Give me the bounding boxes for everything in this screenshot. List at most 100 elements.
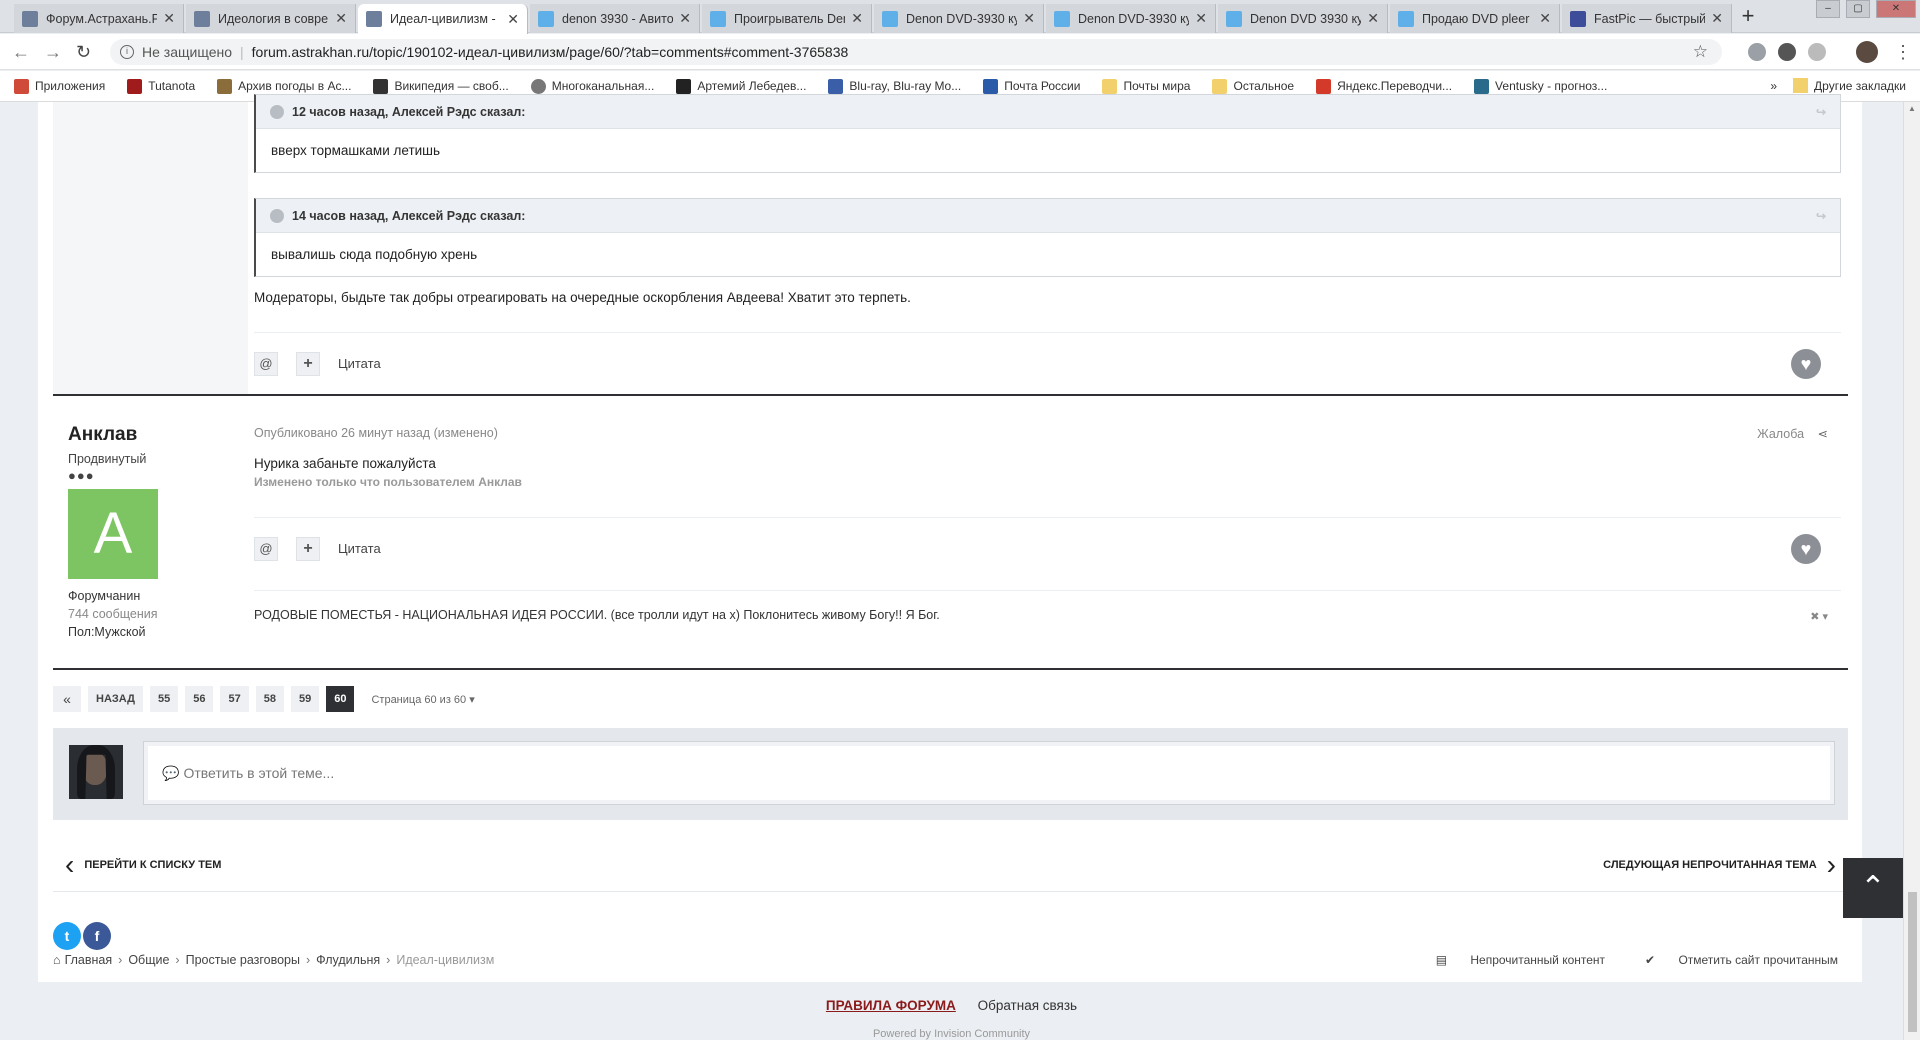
browser-tab-active[interactable]: Идеал-цивилизм - ✕ bbox=[358, 4, 528, 34]
bookmark-item[interactable]: Многоканальная... bbox=[530, 78, 654, 94]
close-window-icon[interactable]: ✕ bbox=[1876, 0, 1916, 18]
facebook-icon[interactable]: f bbox=[83, 922, 111, 950]
browser-tab[interactable]: Denon DVD-3930 ку ✕ bbox=[874, 4, 1044, 33]
scroll-up-icon[interactable]: ▲ bbox=[1908, 104, 1916, 113]
forward-icon[interactable]: → bbox=[44, 42, 62, 63]
close-tab-icon[interactable]: ✕ bbox=[679, 10, 691, 27]
bookmark-star-icon[interactable]: ☆ bbox=[1693, 42, 1708, 62]
browser-tab[interactable]: FastPic — быстрый ✕ bbox=[1562, 4, 1732, 33]
bookmark-item[interactable]: Tutanota bbox=[127, 78, 195, 94]
browser-tab[interactable]: Продаю DVD pleer ✕ bbox=[1390, 4, 1560, 33]
bookmark-item[interactable]: Яндекс.Переводчи... bbox=[1316, 78, 1452, 94]
page-jump-dropdown[interactable]: Страница 60 из 60 ▾ bbox=[371, 693, 474, 706]
next-unread-topic-link[interactable]: СЛЕДУЮЩАЯ НЕПРОЧИТАННАЯ ТЕМА › bbox=[1603, 851, 1836, 879]
chevron-right-icon[interactable]: » bbox=[1770, 79, 1777, 93]
url-bar[interactable]: i Не защищено | forum.astrakhan.ru/topic… bbox=[110, 39, 1722, 65]
extension-icon[interactable] bbox=[1808, 43, 1826, 61]
chevron-down-icon[interactable] bbox=[270, 104, 284, 119]
back-to-topics-link[interactable]: ‹ ПЕРЕЙТИ К СПИСКУ ТЕМ bbox=[65, 851, 221, 879]
close-tab-icon[interactable]: ✕ bbox=[335, 10, 347, 27]
extension-shield-icon[interactable] bbox=[1748, 43, 1766, 61]
first-page-button[interactable]: « bbox=[53, 686, 81, 712]
page-link[interactable]: 58 bbox=[255, 686, 284, 712]
scrollbar-thumb[interactable] bbox=[1908, 892, 1917, 1032]
back-icon[interactable]: ← bbox=[12, 42, 30, 63]
report-link[interactable]: Жалоба bbox=[1757, 427, 1804, 441]
breadcrumb-item[interactable]: Главная bbox=[65, 953, 113, 967]
share-icon[interactable]: ⋖ bbox=[1818, 427, 1828, 441]
bookmark-item[interactable]: Blu-ray, Blu-ray Mo... bbox=[828, 78, 961, 94]
multiquote-button[interactable]: + bbox=[296, 536, 320, 561]
share-icon[interactable]: ↪ bbox=[1816, 105, 1826, 119]
contact-link[interactable]: Обратная связь bbox=[978, 998, 1077, 1013]
multiquote-button[interactable]: + bbox=[296, 351, 320, 376]
post-meta[interactable]: Опубликовано 26 минут назад (изменено) bbox=[254, 426, 498, 440]
unread-content-link[interactable]: ▤ Непрочитанный контент bbox=[1436, 953, 1625, 967]
bookmark-item[interactable]: Артемий Лебедев... bbox=[676, 78, 806, 94]
new-tab-icon[interactable]: + bbox=[1734, 5, 1762, 29]
profile-avatar[interactable] bbox=[1856, 41, 1878, 63]
page-scrollbar[interactable]: ▲ bbox=[1903, 102, 1920, 1040]
menu-kebab-icon[interactable]: ⋮ bbox=[1894, 42, 1912, 63]
browser-tab[interactable]: Denon DVD-3930 ку ✕ bbox=[1046, 4, 1216, 33]
browser-tab[interactable]: Проигрыватель Den ✕ bbox=[702, 4, 872, 33]
extension-icon[interactable] bbox=[1778, 43, 1796, 61]
signature-options-icon[interactable]: ✖ ▾ bbox=[1810, 610, 1828, 623]
bookmark-item[interactable]: Ventusky - прогноз... bbox=[1474, 78, 1607, 94]
close-tab-icon[interactable]: ✕ bbox=[1195, 10, 1207, 27]
page-link[interactable]: 57 bbox=[220, 686, 249, 712]
bookmark-item[interactable]: Архив погоды в Ас... bbox=[217, 78, 351, 94]
prev-page-button[interactable]: НАЗАД bbox=[88, 686, 143, 712]
like-heart-icon[interactable]: ♥ bbox=[1791, 348, 1821, 379]
minimize-icon[interactable]: – bbox=[1816, 0, 1840, 18]
back-to-top-button[interactable]: ⌃ bbox=[1843, 858, 1903, 918]
mark-read-link[interactable]: ✔ Отметить сайт прочитанным bbox=[1645, 953, 1858, 967]
forum-rules-link[interactable]: ПРАВИЛА ФОРУМА bbox=[826, 998, 956, 1013]
current-page[interactable]: 60 bbox=[326, 686, 355, 712]
close-tab-icon[interactable]: ✕ bbox=[163, 10, 175, 27]
bluray-icon bbox=[828, 78, 844, 94]
mention-button[interactable]: @ bbox=[254, 536, 278, 561]
page-link[interactable]: 56 bbox=[185, 686, 214, 712]
quote-button[interactable]: Цитата bbox=[338, 541, 381, 556]
browser-tab[interactable]: Denon DVD 3930 ку ✕ bbox=[1218, 4, 1388, 33]
page-link[interactable]: 59 bbox=[290, 686, 320, 712]
mention-button[interactable]: @ bbox=[254, 351, 278, 376]
bookmark-item[interactable]: Википедия — своб... bbox=[373, 78, 509, 94]
avatar[interactable]: A bbox=[68, 489, 158, 579]
breadcrumb-item[interactable]: Простые разговоры bbox=[186, 953, 300, 967]
breadcrumb-item[interactable]: Флудильня bbox=[316, 953, 380, 967]
maximize-icon[interactable]: ▢ bbox=[1846, 0, 1870, 18]
close-tab-icon[interactable]: ✕ bbox=[1539, 10, 1551, 27]
close-tab-icon[interactable]: ✕ bbox=[1023, 10, 1035, 27]
author-name[interactable]: Анклав bbox=[68, 424, 233, 446]
close-tab-icon[interactable]: ✕ bbox=[1711, 10, 1723, 27]
share-icon[interactable]: ↪ bbox=[1816, 209, 1826, 223]
avatar-face bbox=[83, 753, 107, 785]
reload-icon[interactable]: ↻ bbox=[76, 42, 91, 63]
page-link[interactable]: 55 bbox=[149, 686, 179, 712]
close-tab-icon[interactable]: ✕ bbox=[507, 11, 519, 28]
twitter-icon[interactable]: t bbox=[53, 922, 81, 950]
info-icon[interactable]: i bbox=[120, 45, 134, 59]
bookmark-folder[interactable]: Почты мира bbox=[1102, 78, 1190, 94]
browser-tab[interactable]: denon 3930 - Авито ✕ bbox=[530, 4, 700, 33]
breadcrumb-item[interactable]: Общие bbox=[128, 953, 169, 967]
close-tab-icon[interactable]: ✕ bbox=[1367, 10, 1379, 27]
favicon-icon bbox=[1398, 10, 1414, 27]
like-heart-icon[interactable]: ♥ bbox=[1791, 533, 1821, 564]
url-text[interactable]: forum.astrakhan.ru/topic/190102-идеал-ци… bbox=[252, 44, 849, 60]
chevron-down-icon[interactable] bbox=[270, 208, 284, 223]
browser-tab[interactable]: Идеология в совре ✕ bbox=[186, 4, 356, 33]
bookmark-item[interactable]: Почта России bbox=[983, 78, 1080, 94]
favicon-icon bbox=[882, 10, 898, 27]
reply-input[interactable]: 💬 Ответить в этой теме... bbox=[144, 742, 1834, 804]
close-tab-icon[interactable]: ✕ bbox=[851, 10, 863, 27]
bookmark-apps[interactable]: Приложения bbox=[14, 78, 105, 94]
other-bookmarks[interactable]: » Другие закладки bbox=[1770, 78, 1906, 93]
quote-button[interactable]: Цитата bbox=[338, 356, 381, 371]
bookmark-folder[interactable]: Остальное bbox=[1212, 78, 1294, 94]
browser-tab[interactable]: Форум.Астрахань.Р ✕ bbox=[14, 4, 184, 33]
site-footer: ПРАВИЛА ФОРУМА Обратная связь bbox=[0, 998, 1903, 1013]
powered-by[interactable]: Powered by Invision Community bbox=[0, 1028, 1903, 1040]
